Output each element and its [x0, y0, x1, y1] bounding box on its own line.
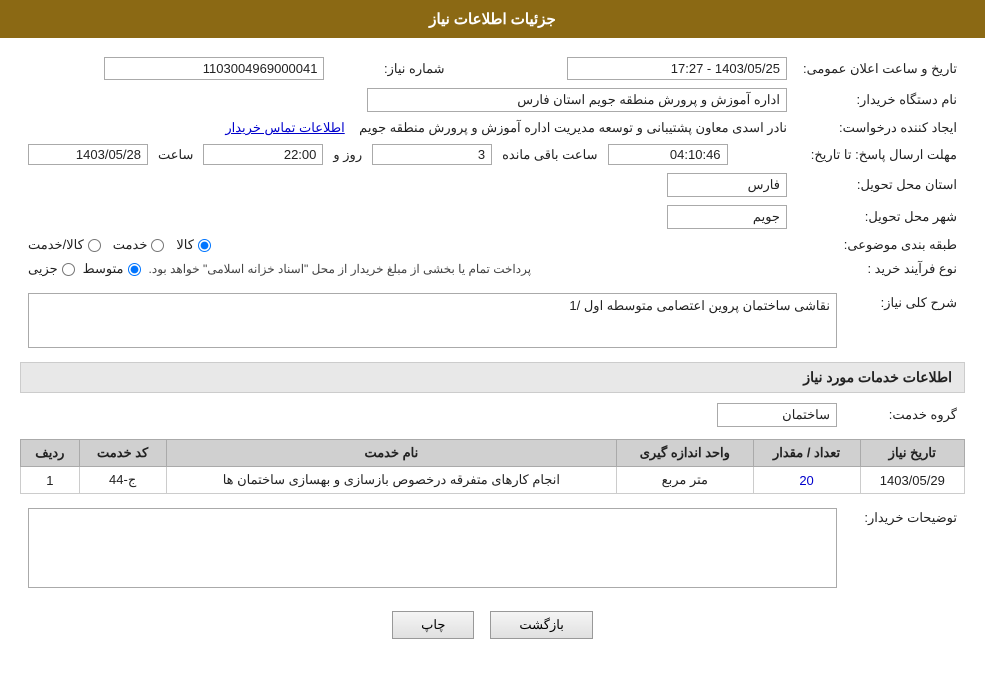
page-wrapper: جزئیات اطلاعات نیاز تاریخ و ساعت اعلان ع…: [0, 0, 985, 691]
main-content: تاریخ و ساعت اعلان عمومی: 1403/05/25 - 1…: [0, 38, 985, 670]
cell-row: 1: [21, 467, 80, 494]
info-table: تاریخ و ساعت اعلان عمومی: 1403/05/25 - 1…: [20, 53, 965, 281]
description-table: شرح کلی نیاز: نقاشی ساختمان پروین اعتصام…: [20, 289, 965, 352]
need-number-value: 1103004969000041: [104, 57, 324, 80]
row-buyer-org: نام دستگاه خریدار: اداره آموزش و پرورش م…: [20, 84, 965, 116]
days-label: روز و: [329, 147, 366, 163]
row-creator: ایجاد کننده درخواست: نادر اسدی معاون پشت…: [20, 116, 965, 140]
col-header-date: تاریخ نیاز: [860, 440, 964, 467]
row-service-group: گروه خدمت: ساختمان: [20, 399, 965, 431]
row-deadline: مهلت ارسال پاسخ: تا تاریخ: 1403/05/28 سا…: [20, 140, 965, 169]
service-group-table: گروه خدمت: ساختمان: [20, 399, 965, 431]
category-radio1-label: کالا: [176, 237, 194, 253]
services-table-header: تاریخ نیاز تعداد / مقدار واحد اندازه گیر…: [21, 440, 965, 467]
process-note: پرداخت تمام یا بخشی از مبلغ خریدار از مح…: [149, 262, 532, 276]
process-radio1-input[interactable]: [62, 263, 75, 276]
creator-link[interactable]: اطلاعات تماس خریدار: [225, 120, 344, 135]
process-radio-motavasset[interactable]: متوسط: [83, 261, 141, 277]
remain-label: ساعت باقی مانده: [498, 147, 601, 163]
service-group-value: ساختمان: [717, 403, 837, 427]
row-category: طبقه بندی موضوعی: کالا/خدمت خدمت کالا: [20, 233, 965, 257]
creator-label: ایجاد کننده درخواست:: [795, 116, 965, 140]
col-header-unit: واحد اندازه گیری: [617, 440, 753, 467]
page-header: جزئیات اطلاعات نیاز: [0, 0, 985, 38]
cell-code: ج-44: [79, 467, 166, 494]
process-radio2-input[interactable]: [128, 263, 141, 276]
page-title: جزئیات اطلاعات نیاز: [429, 11, 556, 28]
process-radio-jozi[interactable]: جزیی: [28, 261, 75, 277]
row-process: نوع فرآیند خرید : جزیی متوسط پرداخت تمام…: [20, 257, 965, 281]
province-value: فارس: [667, 173, 787, 197]
deadline-date: 1403/05/28: [28, 144, 148, 165]
col-header-name: نام خدمت: [166, 440, 617, 467]
buyer-desc-table: توضیحات خریدار:: [20, 504, 965, 595]
buyer-desc-label: توضیحات خریدار:: [845, 504, 965, 595]
button-row: بازگشت چاپ: [20, 611, 965, 639]
service-group-label: گروه خدمت:: [845, 399, 965, 431]
need-number-label: شماره نیاز:: [332, 53, 452, 84]
category-radio2-label: خدمت: [113, 237, 148, 253]
creator-value: نادر اسدی معاون پشتیبانی و توسعه مدیریت …: [359, 120, 787, 135]
category-radio-kala-khedmat[interactable]: کالا/خدمت: [28, 237, 101, 253]
city-label: شهر محل تحویل:: [795, 201, 965, 233]
deadline-remain: 04:10:46: [608, 144, 728, 165]
row-description: شرح کلی نیاز: نقاشی ساختمان پروین اعتصام…: [20, 289, 965, 352]
buyer-desc-input[interactable]: [28, 508, 837, 588]
buyer-org-value: اداره آموزش و پرورش منطقه جویم استان فار…: [367, 88, 787, 112]
table-row: 1403/05/29 20 متر مربع انجام کارهای متفر…: [21, 467, 965, 494]
description-value: نقاشی ساختمان پروین اعتصامی متوسطه اول /…: [28, 293, 837, 348]
category-radio-khedmat[interactable]: خدمت: [113, 237, 165, 253]
province-label: استان محل تحویل:: [795, 169, 965, 201]
announce-date-label: تاریخ و ساعت اعلان عمومی:: [795, 53, 965, 84]
services-data-table: تاریخ نیاز تعداد / مقدار واحد اندازه گیر…: [20, 439, 965, 494]
process-radio1-label: جزیی: [28, 261, 58, 277]
services-section-title: اطلاعات خدمات مورد نیاز: [20, 362, 965, 393]
row-buyer-desc: توضیحات خریدار:: [20, 504, 965, 595]
col-header-row: ردیف: [21, 440, 80, 467]
process-label: نوع فرآیند خرید :: [795, 257, 965, 281]
description-label: شرح کلی نیاز:: [845, 289, 965, 352]
category-radio3-input[interactable]: [88, 239, 101, 252]
buyer-org-label: نام دستگاه خریدار:: [795, 84, 965, 116]
send-date-label: مهلت ارسال پاسخ: تا تاریخ:: [795, 140, 965, 169]
category-radio2-input[interactable]: [151, 239, 164, 252]
category-label: طبقه بندی موضوعی:: [795, 233, 965, 257]
category-radio-kala[interactable]: کالا: [176, 237, 211, 253]
city-value: جویم: [667, 205, 787, 229]
row-need-number: تاریخ و ساعت اعلان عمومی: 1403/05/25 - 1…: [20, 53, 965, 84]
category-radio3-label: کالا/خدمت: [28, 237, 84, 253]
deadline-time: 22:00: [203, 144, 323, 165]
process-radio2-label: متوسط: [83, 261, 124, 277]
cell-date: 1403/05/29: [860, 467, 964, 494]
category-radio1-input[interactable]: [198, 239, 211, 252]
cell-unit: متر مربع: [617, 467, 753, 494]
back-button[interactable]: بازگشت: [490, 611, 592, 639]
deadline-days: 3: [372, 144, 492, 165]
cell-qty: 20: [753, 467, 860, 494]
col-header-code: کد خدمت: [79, 440, 166, 467]
row-province: استان محل تحویل: فارس: [20, 169, 965, 201]
print-button[interactable]: چاپ: [392, 611, 474, 639]
time-label: ساعت: [154, 147, 197, 163]
cell-name: انجام کارهای متفرقه درخصوص بازسازی و بهس…: [166, 467, 617, 494]
announce-date-value: 1403/05/25 - 17:27: [567, 57, 787, 80]
row-city: شهر محل تحویل: جویم: [20, 201, 965, 233]
col-header-qty: تعداد / مقدار: [753, 440, 860, 467]
